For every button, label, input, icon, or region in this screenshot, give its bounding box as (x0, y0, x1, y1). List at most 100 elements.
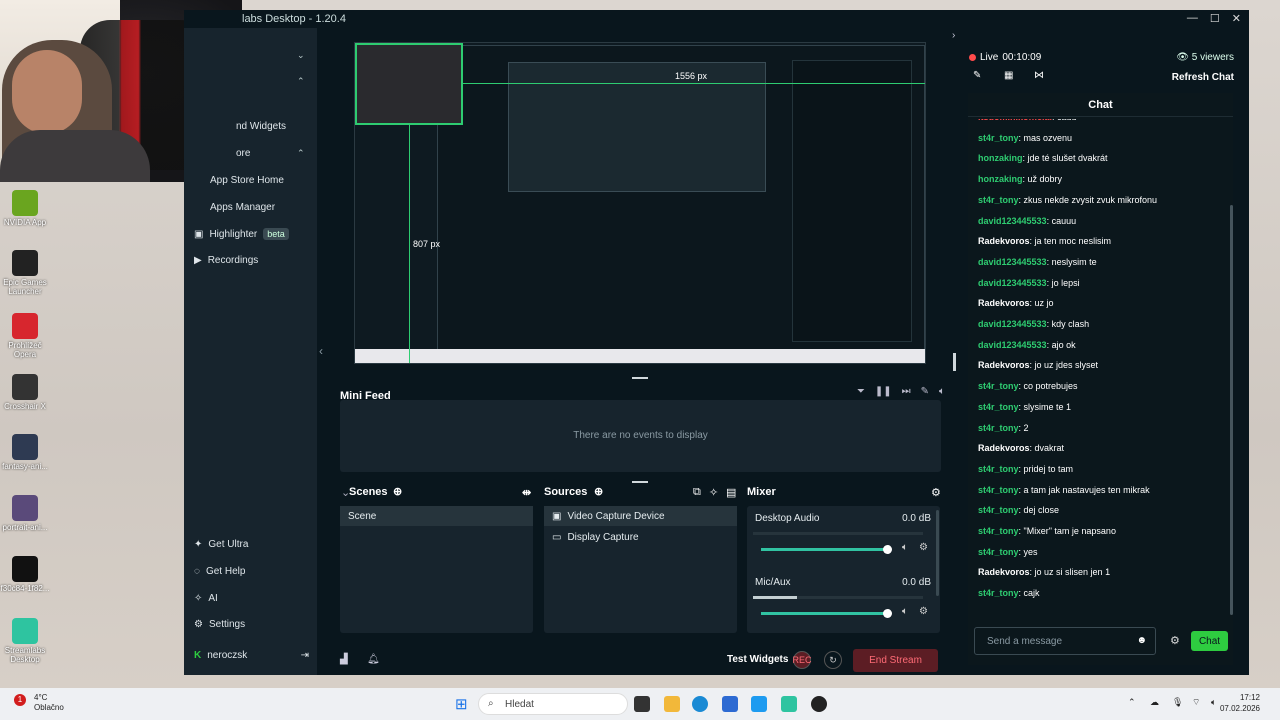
emoji-icon[interactable]: ☻ (1136, 635, 1147, 646)
mixer-scrollbar[interactable] (936, 510, 939, 596)
chat-username[interactable]: Radekvoros (978, 443, 1030, 453)
streamlabs-taskbar-icon[interactable] (781, 696, 797, 712)
list-item[interactable]: Scene (340, 506, 533, 526)
replay-icon[interactable]: ↻ (824, 651, 842, 669)
volume-slider-mic[interactable] (761, 612, 888, 615)
desktop-icon[interactable]: fantasy-ani... (0, 434, 50, 471)
resize-handle[interactable] (632, 377, 648, 379)
volume-slider-desktop[interactable] (761, 548, 888, 551)
speaker-icon[interactable]: 🔈︎ (902, 606, 908, 617)
taskbar-search[interactable]: ⌕ Hledat (478, 693, 628, 715)
chat-scrollbar[interactable] (1230, 205, 1233, 615)
file-explorer-icon[interactable] (664, 696, 680, 712)
store-icon[interactable] (722, 696, 738, 712)
popout-icon[interactable]: ▦ (1004, 70, 1013, 81)
sidebar-item-ai[interactable]: ✧ AI (194, 593, 218, 604)
weather-alert-icon[interactable]: 1 (14, 694, 26, 706)
gear-icon[interactable]: ⚙ (919, 606, 928, 617)
collapse-chat-icon[interactable]: › (952, 30, 955, 41)
studio-preview[interactable]: 1556 px 807 px (333, 28, 956, 378)
network-icon[interactable]: ☁ (1150, 697, 1159, 708)
weather-widget[interactable]: 4°C Oblačno (34, 693, 64, 713)
desktop-icon[interactable]: NVIDIA App (0, 190, 50, 227)
tray-chevron-icon[interactable]: ⌃ (1128, 697, 1136, 708)
chat-username[interactable]: david123445533 (978, 319, 1047, 329)
collapse-sidebar-icon[interactable]: ‹ (319, 344, 323, 358)
chat-username[interactable]: honzaking (978, 174, 1023, 184)
chat-username[interactable]: st4r_tony (978, 505, 1019, 515)
skip-icon[interactable]: ⏭ (902, 386, 911, 397)
resize-handle[interactable] (632, 481, 648, 483)
mixer-settings-icon[interactable]: ⚙ (931, 486, 941, 499)
maximize-icon[interactable]: ☐ (1210, 12, 1220, 25)
ai-source-icon[interactable]: ✧ (709, 486, 718, 499)
selected-webcam-source[interactable] (355, 43, 463, 125)
chat-username[interactable]: itsdominikofficial (978, 119, 1052, 122)
chat-username[interactable]: st4r_tony (978, 381, 1019, 391)
sidebar-item-widgets[interactable]: nd Widgets (236, 121, 286, 132)
outlook-icon[interactable] (751, 696, 767, 712)
add-scene-icon[interactable]: ⊕ (393, 485, 402, 498)
chevron-up-icon[interactable]: ⌃ (297, 148, 305, 159)
sidebar-item-apps-manager[interactable]: Apps Manager (210, 202, 275, 213)
chevron-down-icon[interactable]: ⌄ (297, 50, 305, 61)
chat-send-button[interactable]: Chat (1191, 631, 1228, 651)
chat-username[interactable]: Radekvoros (978, 567, 1030, 577)
sidebar-item-settings[interactable]: ⚙ Settings (194, 619, 245, 630)
desktop-icon[interactable]: portrait-ani... (0, 495, 50, 532)
chat-username[interactable]: david123445533 (978, 278, 1047, 288)
mute-icon[interactable]: ✎ (921, 386, 929, 397)
chat-username[interactable]: honzaking (978, 153, 1023, 163)
chat-username[interactable]: st4r_tony (978, 547, 1019, 557)
sidebar-item-recordings[interactable]: ▶ Recordings (194, 255, 258, 266)
windows-start-icon[interactable]: ⊞ (455, 695, 468, 713)
task-view-icon[interactable] (634, 696, 650, 712)
pause-icon[interactable]: ❚❚ (875, 386, 892, 397)
volume-knob-desktop[interactable] (883, 545, 893, 554)
folder-icon[interactable]: ▤ (726, 486, 736, 499)
rec-button[interactable]: REC (793, 651, 812, 669)
chat-username[interactable]: st4r_tony (978, 464, 1019, 474)
refresh-chat-button[interactable]: Refresh Chat (1172, 72, 1234, 83)
taskbar-clock[interactable]: 17:12 07.02.2026 (1220, 692, 1260, 714)
wifi-icon[interactable]: ⌔ (1192, 697, 1200, 708)
sidebar-item-app-store-home[interactable]: App Store Home (210, 175, 284, 186)
chat-username[interactable]: david123445533 (978, 216, 1047, 226)
chat-username[interactable]: Radekvoros (978, 298, 1030, 308)
desktop-icon[interactable]: f30c84-1f82... (0, 556, 50, 593)
sidebar-item-highlighter[interactable]: ▣ Highlighter beta (194, 228, 289, 240)
filter-icon[interactable]: ⏷ (857, 386, 865, 397)
stats-icon[interactable]: ▟ (340, 654, 348, 665)
chat-username[interactable]: david123445533 (978, 340, 1047, 350)
chevron-up-icon[interactable]: ⌃ (297, 76, 305, 87)
volume-icon[interactable]: 🔈︎ (939, 386, 945, 397)
gear-icon[interactable]: ⚙ (919, 542, 928, 553)
chat-username[interactable]: Radekvoros (978, 236, 1030, 246)
chat-input[interactable]: Send a message ☻ (974, 627, 1156, 655)
desktop-icon[interactable]: Epic Games Launcher (0, 250, 50, 296)
desktop-icon[interactable]: Streamlabs Desktop (0, 618, 50, 664)
chat-username[interactable]: st4r_tony (978, 195, 1019, 205)
scene-transition-icon[interactable]: ⇹ (522, 486, 531, 499)
list-item[interactable]: ▭ Display Capture (544, 527, 737, 547)
sidebar-item-store[interactable]: ore (236, 148, 250, 159)
minimize-icon[interactable]: — (1187, 12, 1198, 25)
speaker-icon[interactable]: 🔈︎ (1211, 697, 1216, 708)
desktop-icon[interactable]: Crosshair X (0, 374, 50, 411)
edit-icon[interactable]: ✎ (973, 70, 981, 81)
list-item[interactable]: ▣ Video Capture Device (544, 506, 737, 526)
group-icon[interactable]: ⧉ (693, 486, 701, 499)
chat-username[interactable]: st4r_tony (978, 402, 1019, 412)
chat-username[interactable]: st4r_tony (978, 526, 1019, 536)
logout-icon[interactable]: ⇥ (301, 650, 309, 661)
sidebar-item-get-ultra[interactable]: ✦ Get Ultra (194, 539, 248, 550)
chat-username[interactable]: st4r_tony (978, 588, 1019, 598)
chat-username[interactable]: Radekvoros (978, 360, 1030, 370)
obs-icon[interactable] (811, 696, 827, 712)
end-stream-button[interactable]: End Stream (853, 649, 938, 672)
chat-username[interactable]: david123445533 (978, 257, 1047, 267)
sidebar-user[interactable]: K neroczsk ⇥ (194, 650, 309, 661)
speaker-icon[interactable]: 🔈︎ (902, 542, 908, 553)
notification-icon[interactable]: 🔔︎ (367, 654, 380, 665)
mic-icon[interactable]: 🎙︎ (1172, 697, 1183, 708)
